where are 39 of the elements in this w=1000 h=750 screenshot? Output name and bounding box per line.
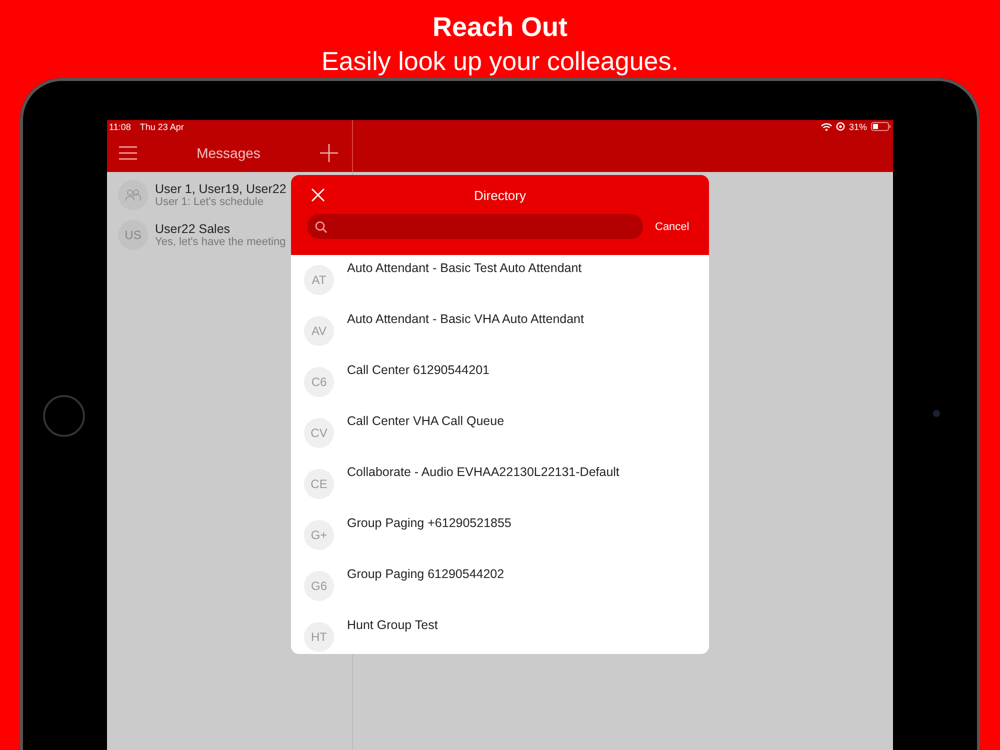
conversation-preview: User 1: Let's schedule (155, 196, 264, 208)
wifi-icon (820, 122, 832, 130)
status-time: 11:08 (109, 122, 131, 132)
avatar: HT (304, 622, 334, 652)
avatar: G6 (304, 571, 334, 601)
conversation-title[interactable]: User22 Sales (155, 222, 286, 236)
avatar: CV (304, 418, 334, 448)
directory-entry[interactable]: Group Paging +61290521855 (347, 516, 512, 530)
battery-percent: 31% (848, 122, 867, 132)
avatar: G+ (304, 520, 334, 550)
rotation-lock-icon (836, 122, 845, 131)
directory-entry[interactable]: Collaborate - Audio EVHAA22130L22131-Default (347, 465, 620, 479)
status-date: Thu 23 Apr (140, 122, 184, 132)
directory-entry[interactable]: Call Center 61290544201 (347, 363, 490, 377)
avatar: AT (304, 265, 334, 295)
avatar: US (118, 220, 148, 250)
headline-subtitle: Easily look up your colleagues. (322, 45, 678, 78)
search-icon (315, 220, 327, 232)
directory-entry[interactable]: Hunt Group Test (347, 618, 438, 632)
avatar: AV (304, 316, 334, 346)
battery-icon (871, 122, 891, 131)
directory-entry[interactable]: Auto Attendant - Basic Test Auto Attendant (347, 261, 582, 275)
group-avatar-icon (118, 180, 148, 210)
menu-icon[interactable] (119, 146, 137, 160)
cancel-button[interactable]: Cancel (655, 220, 690, 232)
conversation-title[interactable]: User 1, User19, User22 (155, 182, 286, 196)
headline-title: Reach Out (432, 11, 568, 44)
directory-entry[interactable]: Group Paging 61290544202 (347, 567, 504, 581)
close-icon[interactable] (311, 188, 325, 202)
dialog-title: Directory (474, 188, 526, 202)
conversation-preview: Yes, let's have the meeting (155, 236, 286, 248)
avatar: CE (304, 469, 334, 499)
search-field[interactable] (307, 214, 643, 239)
directory-entry[interactable]: Call Center VHA Call Queue (347, 414, 504, 428)
plus-icon[interactable] (320, 144, 338, 162)
avatar: C6 (304, 367, 334, 397)
camera-icon (933, 410, 940, 417)
directory-entry[interactable]: Auto Attendant - Basic VHA Auto Attendant (347, 312, 584, 326)
nav-title: Messages (196, 144, 260, 160)
